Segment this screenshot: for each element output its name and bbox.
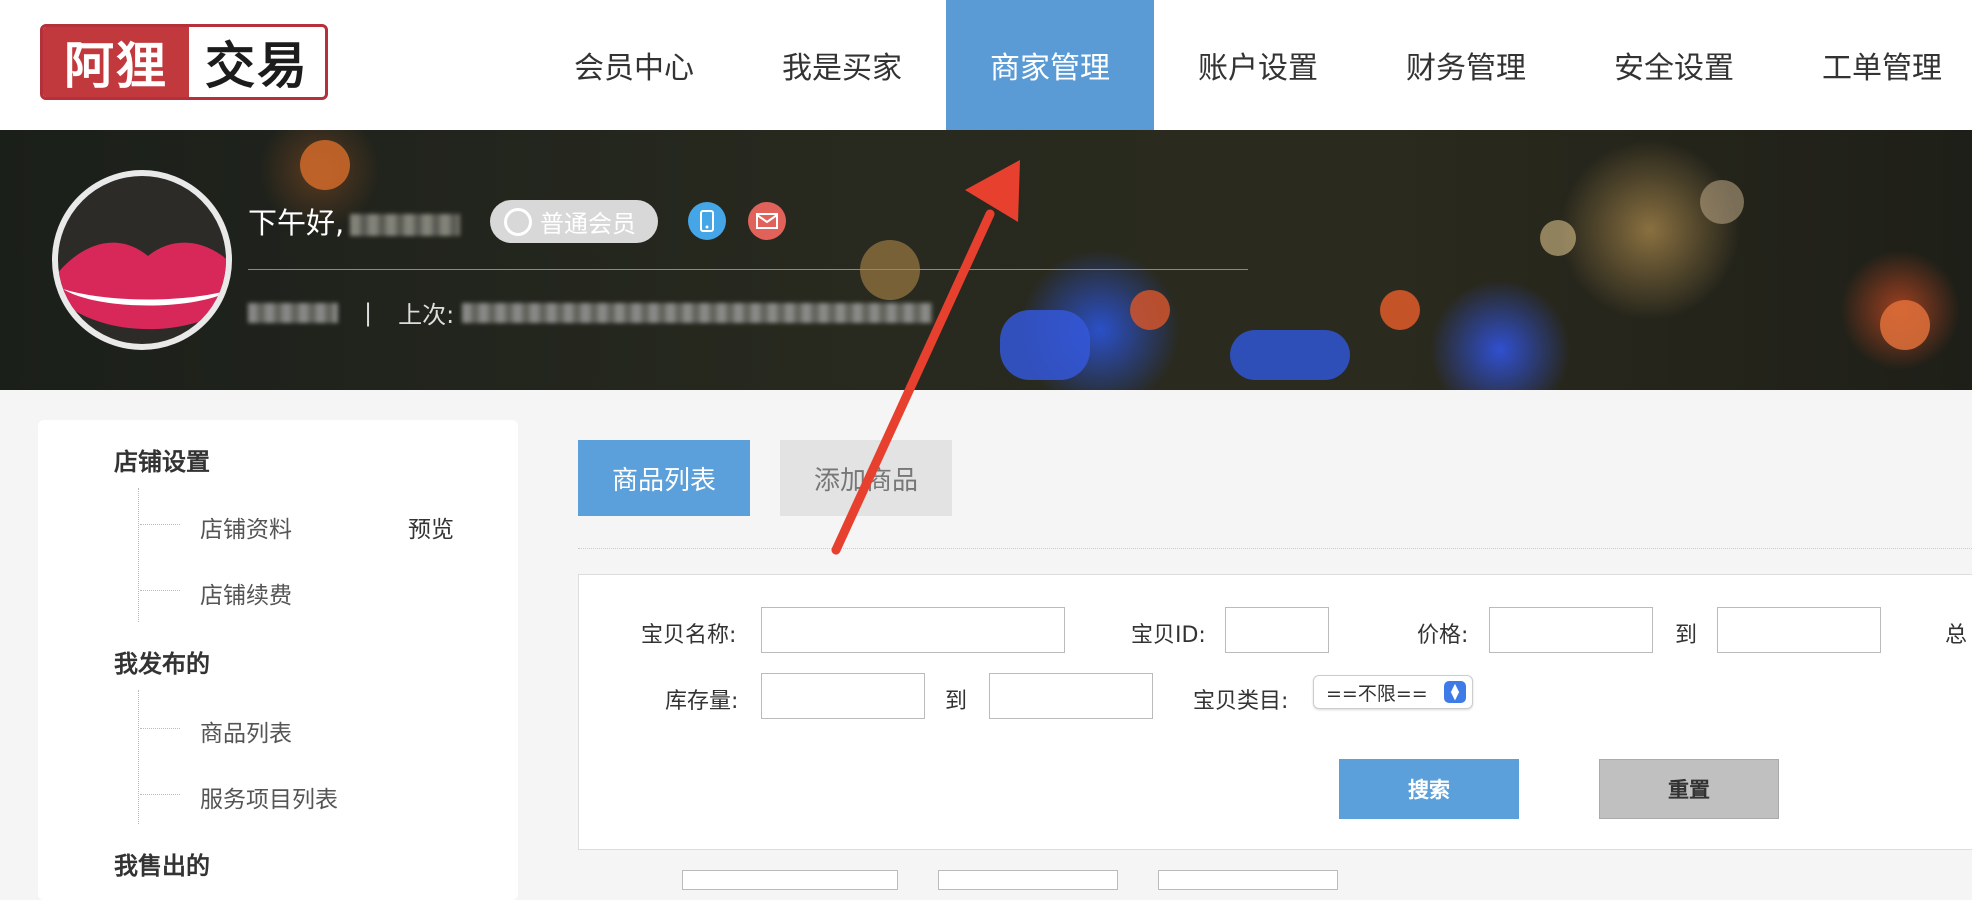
profile-divider [248, 269, 1248, 270]
sidebar: 店铺设置 店铺资料 预览 店铺续费 我发布的 商品列表 服务项目列表 我售出的 [38, 420, 518, 900]
logo-part1: 阿狸 [43, 27, 189, 97]
separator: | [364, 298, 373, 327]
search-panel: 宝贝名称: 宝贝ID: 价格: 到 总 库存量: 到 宝贝类目: ==不限== … [578, 574, 1972, 850]
nav-item-member-center[interactable]: 会员中心 [530, 0, 738, 130]
tab-divider [578, 548, 1972, 549]
profile-subline: | 上次: [248, 295, 933, 330]
bottom-control[interactable] [1158, 870, 1338, 890]
category-label: 宝贝类目: [1193, 689, 1289, 714]
blurred-last-login [462, 302, 933, 323]
award-icon [504, 207, 532, 236]
main-nav: 会员中心 我是买家 商家管理 账户设置 财务管理 安全设置 工单管理 [530, 0, 1972, 130]
greeting: 下午好, [248, 200, 461, 242]
profile-banner: 下午好, 普通会员 | 上次: [0, 130, 1972, 390]
blurred-account [248, 302, 338, 323]
product-name-input[interactable] [761, 607, 1065, 653]
select-arrows-icon: ▲ ▼ [1444, 681, 1466, 703]
site-logo[interactable]: 阿狸 交易 [40, 24, 328, 100]
reset-button[interactable]: 重置 [1599, 759, 1779, 819]
sidebar-item-product-list[interactable]: 商品列表 [200, 714, 292, 748]
nav-item-finance[interactable]: 财务管理 [1362, 0, 1570, 130]
price-max-input[interactable] [1717, 607, 1881, 653]
stock-label: 库存量: [665, 689, 739, 714]
nav-item-merchant[interactable]: 商家管理 [946, 0, 1154, 130]
sidebar-item-service-list[interactable]: 服务项目列表 [200, 780, 338, 814]
sidebar-item-store-info[interactable]: 店铺资料 [200, 510, 292, 544]
stock-to-label: 到 [945, 689, 968, 714]
tree-branch [140, 794, 180, 795]
bokeh-light [300, 140, 350, 190]
bokeh-light [1230, 330, 1350, 380]
user-avatar[interactable] [52, 170, 232, 350]
nav-item-account[interactable]: 账户设置 [1154, 0, 1362, 130]
greeting-text: 下午好, [248, 206, 345, 240]
bokeh-light [860, 240, 920, 300]
blurred-username [350, 214, 461, 236]
sidebar-section-my-published[interactable]: 我发布的 [114, 644, 210, 679]
sidebar-section-store-settings[interactable]: 店铺设置 [114, 442, 210, 477]
last-login-label: 上次: [398, 301, 455, 329]
nav-item-security[interactable]: 安全设置 [1570, 0, 1778, 130]
bokeh-light [1540, 220, 1576, 256]
price-to-label: 到 [1675, 623, 1698, 648]
tab-product-list[interactable]: 商品列表 [578, 440, 750, 516]
bottom-control[interactable] [938, 870, 1118, 890]
stock-min-input[interactable] [761, 673, 925, 719]
preview-link[interactable]: 预览 [408, 510, 454, 544]
sidebar-section-my-sold[interactable]: 我售出的 [114, 846, 210, 881]
logo-part2: 交易 [205, 36, 309, 95]
nav-item-buyer[interactable]: 我是买家 [738, 0, 946, 130]
product-id-input[interactable] [1225, 607, 1329, 653]
category-select[interactable]: ==不限== ▲ ▼ [1313, 675, 1473, 709]
tab-add-product[interactable]: 添加商品 [780, 440, 952, 516]
member-level-badge: 普通会员 [490, 200, 658, 243]
sidebar-item-store-renewal[interactable]: 店铺续费 [200, 576, 292, 610]
product-id-label: 宝贝ID: [1131, 623, 1206, 648]
member-level-label: 普通会员 [540, 210, 636, 238]
nav-item-tickets[interactable]: 工单管理 [1778, 0, 1972, 130]
stock-max-input[interactable] [989, 673, 1153, 719]
bokeh-light [1000, 310, 1090, 380]
product-name-label: 宝贝名称: [641, 623, 737, 648]
price-label: 价格: [1417, 623, 1469, 648]
tree-branch [140, 590, 180, 591]
phone-icon[interactable] [688, 202, 726, 240]
bokeh-light [1380, 290, 1420, 330]
bokeh-light [1130, 290, 1170, 330]
bokeh-light [1880, 300, 1930, 350]
search-button[interactable]: 搜索 [1339, 759, 1519, 819]
lips-icon [58, 242, 226, 330]
tree-branch [140, 524, 180, 525]
overflow-label: 总 [1945, 623, 1968, 648]
mail-icon[interactable] [748, 202, 786, 240]
category-select-value: ==不限== [1326, 682, 1428, 705]
bokeh-light [1700, 180, 1744, 224]
bottom-control[interactable] [682, 870, 898, 890]
price-min-input[interactable] [1489, 607, 1653, 653]
tree-line [138, 488, 139, 622]
tree-branch [140, 728, 180, 729]
header: 阿狸 交易 会员中心 我是买家 商家管理 账户设置 财务管理 安全设置 工单管理 [0, 0, 1972, 130]
tree-line [138, 690, 139, 824]
